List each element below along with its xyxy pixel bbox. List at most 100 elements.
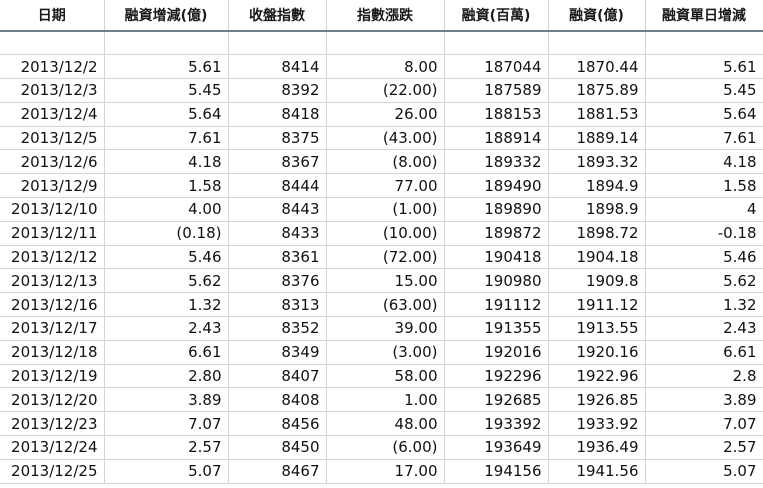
cell-close-index[interactable]: 8408 (228, 387, 327, 413)
cell-margin-change[interactable]: 2.57 (104, 435, 229, 460)
cell-close-index[interactable]: 8467 (228, 459, 327, 484)
cell-daily-change[interactable]: 3.89 (645, 387, 763, 413)
cell-close-index[interactable]: 8349 (228, 340, 327, 365)
cell-margin-billion[interactable]: 1875.89 (548, 78, 646, 103)
cell-daily-change[interactable]: 5.64 (645, 102, 763, 127)
cell-margin-million[interactable]: 193649 (444, 435, 549, 460)
header-close-index[interactable]: 收盤指數 (228, 0, 327, 32)
cell-date[interactable]: 2013/12/4 (0, 102, 105, 127)
cell-close-index[interactable]: 8450 (228, 435, 327, 460)
cell-margin-million[interactable]: 193392 (444, 411, 549, 437)
cell-index-change[interactable]: (1.00) (326, 197, 445, 222)
cell-index-change[interactable]: 8.00 (326, 54, 445, 80)
cell-daily-change[interactable]: 5.61 (645, 54, 763, 80)
header-margin-billion[interactable]: 融資(億) (548, 0, 646, 32)
cell-date[interactable]: 2013/12/9 (0, 173, 105, 199)
cell-close-index[interactable]: 8392 (228, 78, 327, 103)
cell-daily-change[interactable]: 1.58 (645, 173, 763, 199)
cell-margin-billion[interactable]: 1913.55 (548, 316, 646, 341)
cell-margin-billion[interactable]: 1898.9 (548, 197, 646, 222)
cell-index-change[interactable]: (8.00) (326, 149, 445, 175)
cell-margin-change[interactable]: 5.07 (104, 459, 229, 484)
cell-margin-billion[interactable]: 1941.56 (548, 459, 646, 484)
cell-margin-million[interactable]: 189890 (444, 197, 549, 222)
cell-margin-change[interactable]: (0.18) (104, 221, 229, 246)
cell-margin-change[interactable]: 2.43 (104, 316, 229, 341)
cell-margin-million[interactable]: 188153 (444, 102, 549, 127)
cell-margin-billion[interactable]: 1936.49 (548, 435, 646, 460)
cell-daily-change[interactable]: 2.57 (645, 435, 763, 460)
cell-margin-change[interactable]: 5.61 (104, 54, 229, 80)
cell-date[interactable]: 2013/12/2 (0, 54, 105, 80)
cell-margin-change[interactable]: 4.18 (104, 149, 229, 175)
cell-date[interactable]: 2013/12/24 (0, 435, 105, 460)
cell-margin-billion[interactable]: 1889.14 (548, 126, 646, 151)
cell-close-index[interactable]: 8352 (228, 316, 327, 341)
cell-daily-change[interactable]: 5.62 (645, 268, 763, 294)
header-index-change[interactable]: 指數漲跌 (326, 0, 445, 32)
cell-date[interactable]: 2013/12/18 (0, 340, 105, 365)
cell-date[interactable]: 2013/12/6 (0, 149, 105, 175)
cell-margin-change[interactable]: 7.07 (104, 411, 229, 437)
cell-index-change[interactable]: 15.00 (326, 268, 445, 294)
cell-index-change[interactable]: 77.00 (326, 173, 445, 199)
cell-index-change[interactable]: (72.00) (326, 245, 445, 270)
cell-close-index[interactable]: 8414 (228, 54, 327, 80)
cell-daily-change[interactable]: 1.32 (645, 292, 763, 318)
cell-margin-billion[interactable]: 1920.16 (548, 340, 646, 365)
cell-margin-million[interactable]: 192685 (444, 387, 549, 413)
cell-date[interactable]: 2013/12/25 (0, 459, 105, 484)
cell-margin-change[interactable]: 7.61 (104, 126, 229, 151)
cell-margin-million[interactable]: 189490 (444, 173, 549, 199)
cell-daily-change[interactable]: 5.46 (645, 245, 763, 270)
cell-date[interactable]: 2013/12/13 (0, 268, 105, 294)
cell-margin-million[interactable]: 189332 (444, 149, 549, 175)
cell-close-index[interactable]: 8443 (228, 197, 327, 222)
cell-date[interactable]: 2013/12/20 (0, 387, 105, 413)
cell-close-index[interactable]: 8456 (228, 411, 327, 437)
cell-date[interactable]: 2013/12/23 (0, 411, 105, 437)
cell-date[interactable]: 2013/12/10 (0, 197, 105, 222)
header-date[interactable]: 日期 (0, 0, 105, 32)
spacer-cell[interactable] (326, 31, 445, 56)
cell-margin-change[interactable]: 5.45 (104, 78, 229, 103)
cell-margin-million[interactable]: 191355 (444, 316, 549, 341)
cell-daily-change[interactable]: 2.43 (645, 316, 763, 341)
cell-index-change[interactable]: 17.00 (326, 459, 445, 484)
cell-date[interactable]: 2013/12/5 (0, 126, 105, 151)
cell-margin-billion[interactable]: 1933.92 (548, 411, 646, 437)
cell-close-index[interactable]: 8433 (228, 221, 327, 246)
cell-daily-change[interactable]: 5.07 (645, 459, 763, 484)
cell-margin-million[interactable]: 191112 (444, 292, 549, 318)
cell-margin-change[interactable]: 1.32 (104, 292, 229, 318)
cell-margin-billion[interactable]: 1894.9 (548, 173, 646, 199)
cell-margin-million[interactable]: 190980 (444, 268, 549, 294)
header-daily-change[interactable]: 融資單日增減 (645, 0, 763, 32)
cell-daily-change[interactable]: -0.18 (645, 221, 763, 246)
cell-date[interactable]: 2013/12/17 (0, 316, 105, 341)
cell-date[interactable]: 2013/12/11 (0, 221, 105, 246)
cell-margin-million[interactable]: 192296 (444, 364, 549, 389)
cell-margin-million[interactable]: 190418 (444, 245, 549, 270)
cell-margin-billion[interactable]: 1898.72 (548, 221, 646, 246)
cell-index-change[interactable]: 58.00 (326, 364, 445, 389)
cell-close-index[interactable]: 8376 (228, 268, 327, 294)
cell-close-index[interactable]: 8418 (228, 102, 327, 127)
cell-daily-change[interactable]: 6.61 (645, 340, 763, 365)
cell-margin-million[interactable]: 189872 (444, 221, 549, 246)
cell-close-index[interactable]: 8361 (228, 245, 327, 270)
cell-margin-billion[interactable]: 1909.8 (548, 268, 646, 294)
cell-margin-million[interactable]: 192016 (444, 340, 549, 365)
cell-date[interactable]: 2013/12/19 (0, 364, 105, 389)
spacer-cell[interactable] (645, 31, 763, 56)
cell-index-change[interactable]: (10.00) (326, 221, 445, 246)
cell-close-index[interactable]: 8313 (228, 292, 327, 318)
cell-margin-billion[interactable]: 1904.18 (548, 245, 646, 270)
cell-daily-change[interactable]: 2.8 (645, 364, 763, 389)
cell-margin-billion[interactable]: 1922.96 (548, 364, 646, 389)
cell-margin-billion[interactable]: 1911.12 (548, 292, 646, 318)
spacer-cell[interactable] (0, 31, 105, 56)
cell-margin-billion[interactable]: 1870.44 (548, 54, 646, 80)
cell-margin-change[interactable]: 1.58 (104, 173, 229, 199)
cell-date[interactable]: 2013/12/12 (0, 245, 105, 270)
